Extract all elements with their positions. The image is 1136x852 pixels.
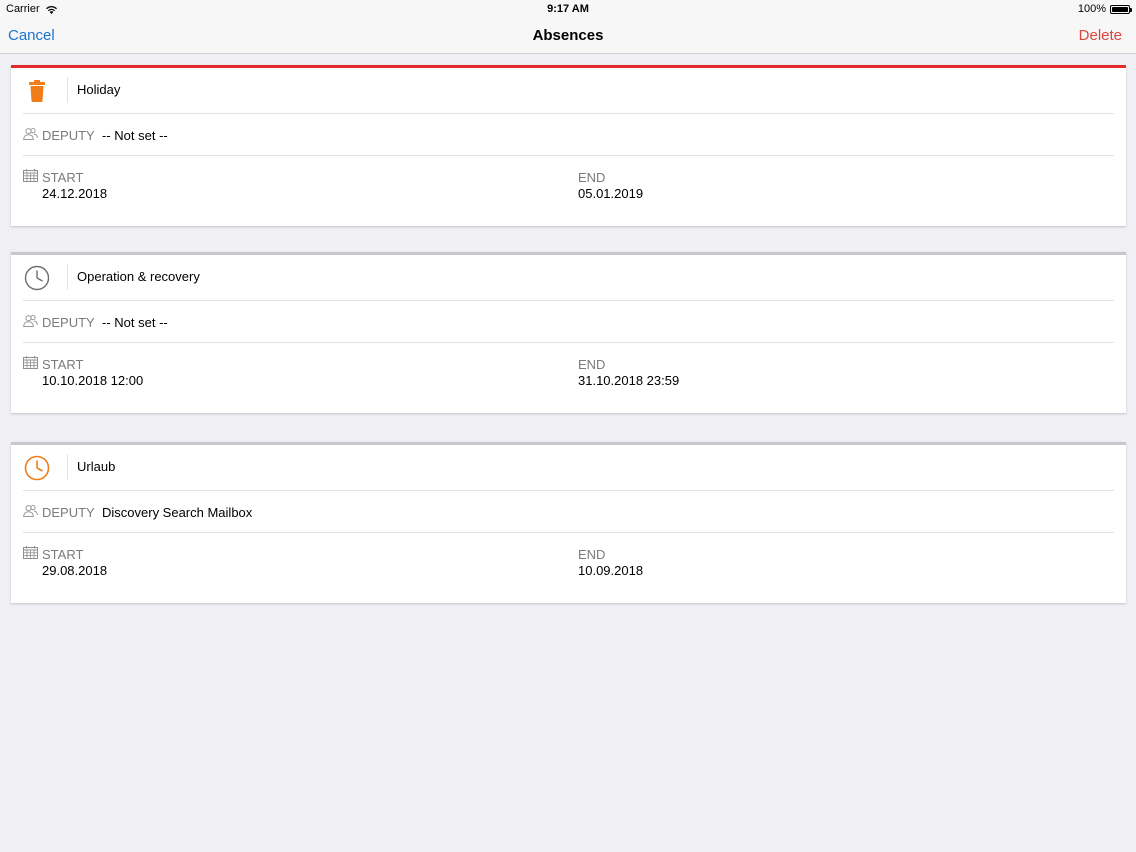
start-value: 24.12.2018 bbox=[42, 186, 108, 201]
end-value: 10.09.2018 bbox=[578, 563, 644, 578]
trash-icon bbox=[23, 77, 51, 105]
start-label: START bbox=[42, 547, 84, 562]
dates-row: START 24.12.2018 END 05.01.2019 bbox=[23, 156, 1114, 226]
absence-name: Holiday bbox=[77, 82, 121, 97]
absence-header: Holiday bbox=[23, 68, 1114, 114]
people-icon bbox=[23, 315, 38, 327]
dates-row: START 29.08.2018 END 10.09.2018 bbox=[23, 533, 1114, 603]
status-time: 9:17 AM bbox=[547, 3, 589, 15]
end-value: 31.10.2018 23:59 bbox=[578, 373, 680, 388]
deputy-value: -- Not set -- bbox=[102, 315, 168, 330]
clock-icon bbox=[23, 454, 51, 482]
start-label: START bbox=[42, 170, 84, 185]
deputy-row[interactable]: DEPUTY -- Not set -- bbox=[23, 114, 1114, 156]
deputy-value: Discovery Search Mailbox bbox=[102, 505, 253, 520]
page-title: Absences bbox=[532, 27, 604, 44]
deputy-label: DEPUTY bbox=[42, 315, 95, 330]
deputy-row[interactable]: DEPUTY Discovery Search Mailbox bbox=[23, 491, 1114, 533]
absence-name: Operation & recovery bbox=[77, 269, 200, 284]
people-icon bbox=[23, 505, 38, 517]
deputy-label: DEPUTY bbox=[42, 128, 95, 143]
end-label: END bbox=[578, 357, 606, 372]
calendar-icon bbox=[23, 169, 38, 182]
battery-icon bbox=[1110, 4, 1132, 14]
start-value: 29.08.2018 bbox=[42, 563, 108, 578]
delete-button[interactable]: Delete bbox=[1079, 27, 1122, 44]
end-value: 05.01.2019 bbox=[578, 186, 644, 201]
deputy-value: -- Not set -- bbox=[102, 128, 168, 143]
absence-card-urlaub[interactable]: Urlaub DEPUTY Discovery Search Mailbox S… bbox=[11, 442, 1126, 603]
end-label: END bbox=[578, 170, 606, 185]
absence-header: Operation & recovery bbox=[23, 255, 1114, 301]
start-label: START bbox=[42, 357, 84, 372]
absence-header: Urlaub bbox=[23, 445, 1114, 491]
navigation-bar: Cancel Absences Delete bbox=[0, 18, 1136, 54]
start-value: 10.10.2018 12:00 bbox=[42, 373, 144, 388]
absence-name: Urlaub bbox=[77, 459, 116, 474]
divider bbox=[67, 77, 68, 103]
clock-icon bbox=[23, 264, 51, 292]
absence-card-holiday[interactable]: Holiday DEPUTY -- Not set -- START 24.12… bbox=[11, 65, 1126, 226]
calendar-icon bbox=[23, 356, 38, 369]
absence-card-operation[interactable]: Operation & recovery DEPUTY -- Not set -… bbox=[11, 252, 1126, 413]
people-icon bbox=[23, 128, 38, 140]
calendar-icon bbox=[23, 546, 38, 559]
deputy-label: DEPUTY bbox=[42, 505, 95, 520]
end-label: END bbox=[578, 547, 606, 562]
battery-percent: 100% bbox=[1077, 3, 1106, 15]
battery-info: 100% bbox=[1077, 3, 1132, 15]
divider bbox=[67, 454, 68, 480]
status-bar: Carrier 9:17 AM 100% bbox=[0, 0, 1136, 18]
dates-row: START 10.10.2018 12:00 END 31.10.2018 23… bbox=[23, 343, 1114, 413]
deputy-row[interactable]: DEPUTY -- Not set -- bbox=[23, 301, 1114, 343]
divider bbox=[67, 264, 68, 290]
